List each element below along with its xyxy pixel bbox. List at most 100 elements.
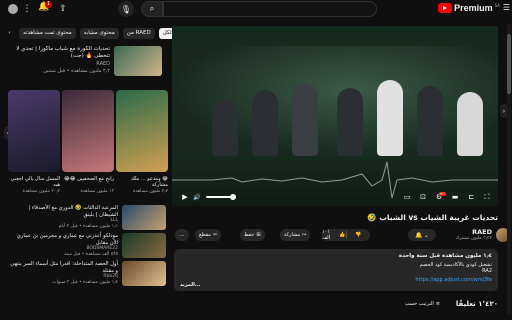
fullscreen-icon[interactable]: ⛶	[482, 192, 492, 202]
description-code: RA2	[482, 268, 492, 274]
video-meta: ١٫١ مليون مشاهدة • قبل ٢ أيام	[58, 224, 118, 229]
list-item[interactable]: أول الحصة المتداخلة: اقدرا مثل أسماء الس…	[2, 260, 168, 288]
top-bar: ⋮ 🔔 1 ⇪ 🎙 ⌕ Premium SA ☰	[0, 0, 512, 18]
video-thumbnail[interactable]	[122, 205, 166, 230]
short-card[interactable]: 😂 ومدعو ... ملك مشاركة ٢٫٢ مليون مشاهدة	[116, 90, 168, 194]
save-label: حفظ	[244, 232, 255, 238]
video-thumbnail[interactable]	[114, 46, 162, 76]
notification-badge: 1	[45, 1, 53, 8]
video-meta: ٥٩٥ ألف مشاهدة • قبل سنة	[64, 252, 118, 257]
video-title[interactable]: تحديات الكورة مع شباب ماكورا | تحدي لا ت…	[6, 46, 110, 60]
scene-figure	[292, 84, 318, 156]
player-controls: ▶ 🔊 ▭ ⊡ ⚙ HD ▬ ⊏ ⛶	[172, 190, 498, 204]
scene-figure	[252, 90, 278, 156]
scene-figure	[212, 100, 238, 156]
more-icon: ...	[179, 232, 185, 238]
channel-name[interactable]: BODSMARE22	[86, 246, 118, 251]
avatar-icon[interactable]	[6, 2, 20, 16]
channel-info[interactable]: RAED ٣٫٣٢ مليون مشترك	[442, 228, 492, 241]
search-input[interactable]	[163, 1, 377, 17]
create-icon[interactable]: ⇪	[56, 2, 70, 16]
sort-comments-button[interactable]: ≡ الترتيب حسب	[405, 301, 440, 307]
share-button[interactable]: مشاركة ↪	[280, 229, 311, 241]
channel-name[interactable]: RAED	[96, 61, 110, 67]
sort-label: الترتيب حسب	[404, 301, 434, 307]
scrollbar-thumb[interactable]	[507, 34, 511, 94]
chip-from-channel[interactable]: من RAED	[122, 27, 155, 39]
related-list: المرعبة الدالتات 🤣 الدوري مع الأصدقاء | …	[2, 204, 168, 288]
show-more-link[interactable]: ...المزيد	[180, 282, 201, 288]
scene-figure	[377, 80, 403, 156]
thumbs-down-icon: 👎	[355, 232, 362, 238]
comments-count: ١٬٤٢٠ تعليقًا	[455, 300, 498, 308]
short-views: ٢٫٢ مليون مشاهدة	[133, 189, 168, 194]
mic-icon: 🎙	[120, 4, 132, 14]
logo-text: Premium	[454, 3, 493, 13]
video-title[interactable]: المرعبة الدالتات 🤣 الدوري مع الأصدقاء | …	[8, 205, 118, 218]
side-video-top[interactable]: تحديات الكورة مع شباب ماكورا | تحدي لا ت…	[2, 44, 164, 84]
apps-icon[interactable]: ⋮	[20, 2, 34, 16]
more-actions-button[interactable]: ...	[175, 229, 189, 241]
sort-icon: ≡	[435, 301, 440, 307]
video-meta: ١٫٤ مليون مشاهدة • قبل ٣ سنوات	[52, 280, 118, 285]
video-title[interactable]: مودلكو أعذرني مع عماري و مجرمين بن عماري…	[8, 233, 118, 246]
channel-name[interactable]: Rbb20	[103, 274, 118, 279]
cast-icon[interactable]: ⊏	[466, 192, 476, 202]
video-thumbnail[interactable]	[122, 261, 166, 286]
chevron-down-icon: ⌄	[423, 231, 429, 239]
short-card[interactable]: رابح مع الصحفيين 😂😂 ١٣ مليون مشاهدة	[62, 90, 114, 194]
short-caption[interactable]: رابح مع الصحفيين 😂😂	[62, 176, 114, 182]
like-button[interactable]: ١٠١ ألف 👍	[322, 229, 346, 241]
short-card[interactable]: المسل سال بالي اجغني هيه ٢٠٫٢ مليون مشاه…	[8, 90, 60, 194]
video-title: تحديات غريبة الشياب vs الشباب 🤣	[367, 213, 498, 222]
description-views-date: ١٫٤ مليون مشاهدة قبل سنة واحدة	[398, 253, 492, 259]
short-views: ٢٠٫٢ مليون مشاهدة	[22, 189, 60, 194]
scissors-icon: ✂	[212, 232, 218, 238]
theater-mode-icon[interactable]: ▬	[450, 192, 460, 202]
volume-slider[interactable]	[206, 194, 236, 200]
play-icon[interactable]: ▶	[180, 192, 190, 202]
bell-icon: 🔔	[415, 231, 423, 239]
volume-icon[interactable]: 🔊	[192, 192, 202, 202]
video-thumbnail[interactable]	[122, 233, 166, 258]
chip-watched[interactable]: محتوى تمت مشاهدته	[19, 27, 76, 39]
subtitles-icon[interactable]: ⊡	[418, 192, 428, 202]
list-item[interactable]: المرعبة الدالتات 🤣 الدوري مع الأصدقاء | …	[2, 204, 168, 232]
description-link[interactable]: https://app.adjust.com/wmj3fe	[180, 277, 492, 283]
clip-label: مقطع	[199, 232, 211, 238]
chip-related[interactable]: محتوى مشابه	[79, 27, 119, 39]
short-caption[interactable]: المسل سال بالي اجغني هيه	[8, 176, 60, 188]
share-label: مشاركة	[284, 232, 301, 238]
logo-region: SA	[494, 3, 500, 8]
video-frame	[172, 46, 498, 156]
youtube-premium-logo[interactable]: Premium SA	[438, 3, 500, 13]
save-button[interactable]: حفظ ⊞	[240, 229, 265, 241]
menu-icon[interactable]: ☰	[503, 3, 510, 12]
filter-chips: ‹ محتوى تمت مشاهدته محتوى مشابه من RAED …	[4, 27, 178, 39]
clip-button[interactable]: مقطع ✂	[195, 229, 222, 241]
page-scrollbar[interactable]	[507, 24, 511, 314]
chips-next-arrow-icon[interactable]: ‹	[4, 28, 15, 39]
video-player[interactable]	[172, 26, 498, 206]
share-icon: ↪	[302, 232, 307, 238]
subscribed-button[interactable]: 🔔 ⌄	[408, 229, 436, 241]
search-button[interactable]: ⌕	[141, 1, 163, 17]
dislike-button[interactable]: 👎	[347, 229, 371, 241]
search-icon: ⌕	[149, 4, 155, 13]
short-views: ١٣ مليون مشاهدة	[80, 189, 114, 194]
scene-figure	[457, 92, 483, 156]
shorts-shelf: ‹ المسل سال بالي اجغني هيه ٢٠٫٢ مليون مش…	[2, 86, 168, 200]
description-box[interactable]: ١٫٤ مليون مشاهدة قبل سنة واحدة تشغيل كود…	[174, 249, 498, 291]
video-title[interactable]: أول الحصة المتداخلة: اقدرا مثل أسماء الس…	[8, 261, 118, 274]
short-caption[interactable]: 😂 ومدعو ... ملك مشاركة	[116, 176, 168, 188]
channel-name[interactable]: RAED	[442, 228, 492, 236]
voice-search-button[interactable]: 🎙	[118, 1, 134, 17]
notifications-button[interactable]: 🔔 1	[38, 1, 53, 16]
volume-knob[interactable]	[230, 194, 236, 200]
like-dislike-group: ١٠١ ألف 👍 👎	[322, 229, 370, 241]
channel-name[interactable]: LLL	[110, 218, 118, 223]
hd-badge-icon: HD	[438, 192, 446, 196]
like-count: ١٠١ ألف	[322, 229, 331, 241]
miniplayer-icon[interactable]: ▭	[402, 192, 412, 202]
list-item[interactable]: مودلكو أعذرني مع عماري و مجرمين بن عماري…	[2, 232, 168, 260]
